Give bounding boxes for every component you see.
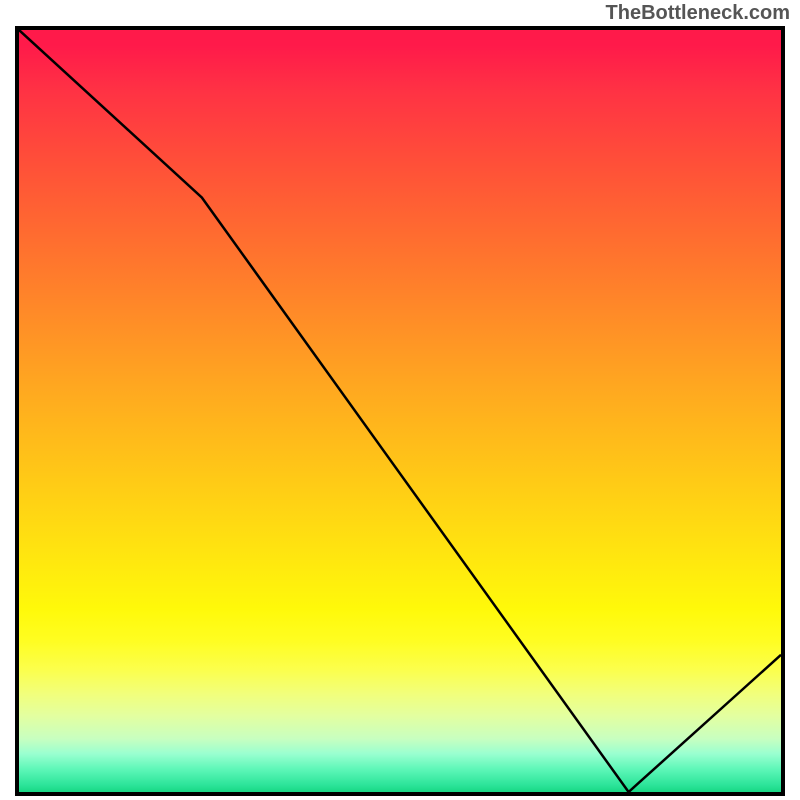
plot-area: [15, 26, 785, 796]
chart-container: TheBottleneck.com: [0, 0, 800, 800]
attribution-label: TheBottleneck.com: [606, 2, 790, 25]
chart-line: [19, 30, 781, 792]
chart-line-svg: [19, 30, 781, 792]
